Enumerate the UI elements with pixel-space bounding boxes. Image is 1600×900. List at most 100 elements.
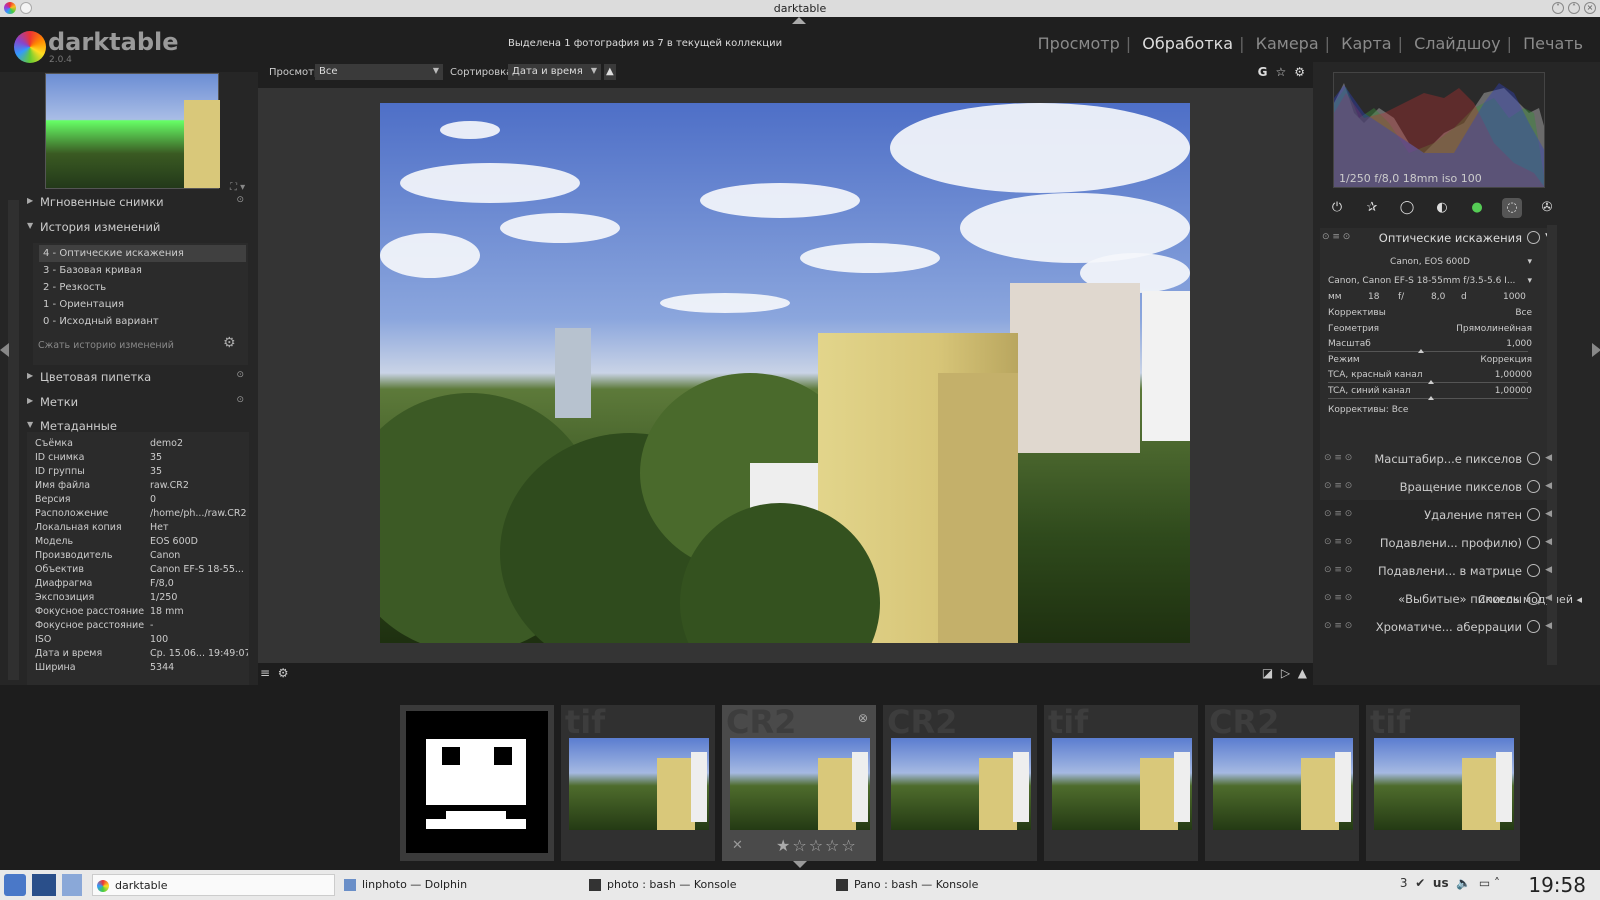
param-slider[interactable] — [1328, 380, 1528, 384]
module-row[interactable]: ⊙ ≡ ⊙ Масштабир...е пикселов ◀ — [1320, 449, 1552, 471]
module-expand-icon[interactable]: ◀ — [1545, 593, 1552, 603]
file-manager-icon[interactable] — [62, 874, 82, 896]
module-param-row[interactable]: Режим Коррекция — [1328, 355, 1532, 369]
volume-icon[interactable]: 🔈 — [1456, 876, 1471, 890]
shield-icon[interactable]: ✔ — [1415, 876, 1425, 890]
camera-select[interactable]: Canon, EOS 600D ▾ — [1328, 257, 1532, 271]
history-item[interactable]: 3 - Базовая кривая — [39, 262, 246, 279]
module-power-icon[interactable] — [1527, 480, 1540, 493]
task-konsole-pano[interactable]: Pano : bash — Konsole — [832, 874, 984, 896]
module-controls-icon[interactable]: ⊙ ≡ ⊙ — [1324, 509, 1352, 519]
module-row[interactable]: ⊙ ≡ ⊙ Хроматиче... аберрации ◀ — [1320, 617, 1552, 639]
correct-group-icon[interactable]: ◌ — [1502, 198, 1522, 218]
view-map[interactable]: Карта — [1341, 34, 1391, 53]
task-dolphin[interactable]: linphoto — Dolphin — [340, 874, 473, 896]
effects-group-icon[interactable]: ✇ — [1537, 198, 1557, 218]
module-expand-icon[interactable]: ◀ — [1545, 621, 1552, 631]
module-param-row[interactable]: Геометрия Прямолинейная — [1328, 324, 1532, 338]
tray-expand-icon[interactable]: ˄ — [1494, 876, 1500, 890]
star-icon[interactable]: ☆ — [1275, 65, 1286, 79]
module-expand-icon[interactable]: ◀ — [1545, 565, 1552, 575]
group-icon[interactable]: ⊗ — [858, 711, 868, 725]
module-controls-icon[interactable]: ⊙ ≡ ⊙ — [1324, 453, 1352, 463]
module-power-icon[interactable] — [1527, 536, 1540, 549]
param-slider[interactable] — [1328, 349, 1528, 353]
module-expand-icon[interactable]: ◀ — [1545, 537, 1552, 547]
module-param-row[interactable]: Масштаб 1,000 — [1328, 339, 1532, 353]
color-group-icon[interactable]: ● — [1467, 198, 1487, 218]
minimize-button[interactable]: ˅ — [1552, 2, 1564, 14]
filmstrip-thumbnail[interactable]: CR2 — [883, 705, 1037, 861]
module-controls-icon[interactable]: ⊙ ≡ ⊙ — [1324, 537, 1352, 547]
keyboard-layout[interactable]: us — [1433, 876, 1449, 890]
module-power-icon[interactable] — [1527, 564, 1540, 577]
module-header[interactable]: ⊙ ≡ ⊙ Оптические искажения ▼ — [1320, 228, 1552, 250]
lens-params[interactable]: мм 18 f/ 8,0 d 1000 — [1328, 292, 1532, 306]
module-power-icon[interactable] — [1527, 620, 1540, 633]
view-filter-select[interactable]: Все ▼ — [315, 64, 443, 80]
desktop-icon[interactable] — [32, 874, 56, 896]
task-konsole-photo[interactable]: photo : bash — Konsole — [585, 874, 743, 896]
left-panel-toggle-icon[interactable] — [0, 343, 9, 357]
history-item[interactable]: 4 - Оптические искажения — [39, 245, 246, 262]
left-scrollbar[interactable] — [8, 200, 19, 680]
module-expand-icon[interactable]: ◀ — [1545, 481, 1552, 491]
view-slideshow[interactable]: Слайдшоу — [1414, 34, 1501, 53]
module-row[interactable]: ⊙ ≡ ⊙ Подавлени... в матрице ◀ — [1320, 561, 1552, 583]
module-row[interactable]: ⊙ ≡ ⊙ Вращение пикселов ◀ — [1320, 477, 1552, 499]
grouping-icon[interactable]: G — [1258, 65, 1268, 79]
start-menu-icon[interactable] — [4, 874, 26, 896]
histogram[interactable]: 1/250 f/8,0 18mm iso 100 — [1333, 72, 1545, 188]
module-power-icon[interactable] — [1527, 452, 1540, 465]
gear-icon[interactable]: ⚙ — [1294, 65, 1305, 79]
module-row[interactable]: ⊙ ≡ ⊙ Удаление пятен ◀ — [1320, 505, 1552, 527]
close-button[interactable]: × — [1584, 2, 1596, 14]
task-darktable[interactable]: darktable — [92, 874, 335, 896]
section-history[interactable]: ▼ История изменений — [27, 217, 254, 239]
section-color-picker[interactable]: ▶ Цветовая пипетка ⊙ — [27, 367, 254, 389]
module-row[interactable]: ⊙ ≡ ⊙ «Выбитые» пикселы ◀ — [1320, 589, 1552, 611]
star-rating[interactable]: ★☆☆☆☆ — [776, 836, 858, 855]
module-expand-icon[interactable]: ◀ — [1545, 453, 1552, 463]
filmstrip-thumbnail[interactable]: CR2 ✕ ★☆☆☆☆ ⊗ — [722, 705, 876, 861]
history-item[interactable]: 0 - Исходный вариант — [39, 313, 246, 330]
history-item[interactable]: 1 - Ориентация — [39, 296, 246, 313]
create-style-icon[interactable]: ⚙ — [223, 335, 240, 352]
filmstrip-thumbnail[interactable]: CR2 — [1205, 705, 1359, 861]
view-darkroom[interactable]: Обработка — [1142, 34, 1233, 53]
module-expand-icon[interactable]: ◀ — [1545, 509, 1552, 519]
reject-icon[interactable]: ✕ — [732, 838, 743, 853]
filmstrip-thumbnail[interactable]: tif — [561, 705, 715, 861]
maximize-button[interactable]: ˄ — [1568, 2, 1580, 14]
network-icon[interactable]: ▭ — [1479, 876, 1490, 890]
compress-history-button[interactable]: Сжать историю изменений — [38, 340, 174, 351]
filmstrip-thumbnail[interactable]: tif — [1044, 705, 1198, 861]
module-controls-icon[interactable]: ⊙ ≡ ⊙ — [1324, 593, 1352, 603]
right-panel-toggle-icon[interactable] — [1592, 343, 1600, 357]
filmstrip-thumbnail[interactable] — [400, 705, 554, 861]
module-controls-icon[interactable]: ⊙ ≡ ⊙ — [1324, 565, 1352, 575]
module-param-row[interactable]: Коррективы Все — [1328, 308, 1532, 322]
sort-select[interactable]: Дата и время ▼ — [508, 64, 601, 80]
param-slider[interactable] — [1328, 395, 1528, 400]
module-param-row[interactable]: TCA, синий канал 1,00000 — [1328, 386, 1532, 400]
tray-count[interactable]: 3 — [1400, 876, 1408, 890]
presets-icons[interactable]: ≡ ⚙ — [260, 666, 288, 680]
module-param-row[interactable]: TCA, красный канал 1,00000 — [1328, 370, 1532, 384]
favorites-icon[interactable]: ✰ — [1362, 198, 1382, 218]
top-panel-toggle-icon[interactable] — [792, 17, 806, 24]
module-row[interactable]: ⊙ ≡ ⊙ Подавлени... профилю) ◀ — [1320, 533, 1552, 555]
edited-photo[interactable] — [380, 103, 1190, 643]
tone-group-icon[interactable]: ◐ — [1432, 198, 1452, 218]
view-tethering[interactable]: Камера — [1256, 34, 1319, 53]
filmstrip-toggle-icon[interactable] — [793, 861, 807, 868]
module-power-icon[interactable] — [1527, 508, 1540, 521]
clock[interactable]: 19:58 — [1528, 873, 1586, 897]
module-power-icon[interactable] — [1527, 592, 1540, 605]
view-lighttable[interactable]: Просмотр — [1038, 34, 1120, 53]
navigation-thumbnail[interactable] — [45, 73, 220, 189]
view-options-icons[interactable]: ◪ ▷ ▲ — [1262, 666, 1307, 680]
sort-order-icon[interactable]: ▲ — [604, 64, 616, 80]
module-controls-icon[interactable]: ⊙ ≡ ⊙ — [1324, 481, 1352, 491]
lens-select[interactable]: Canon, Canon EF-S 18-55mm f/3.5-5.6 I...… — [1328, 276, 1532, 290]
